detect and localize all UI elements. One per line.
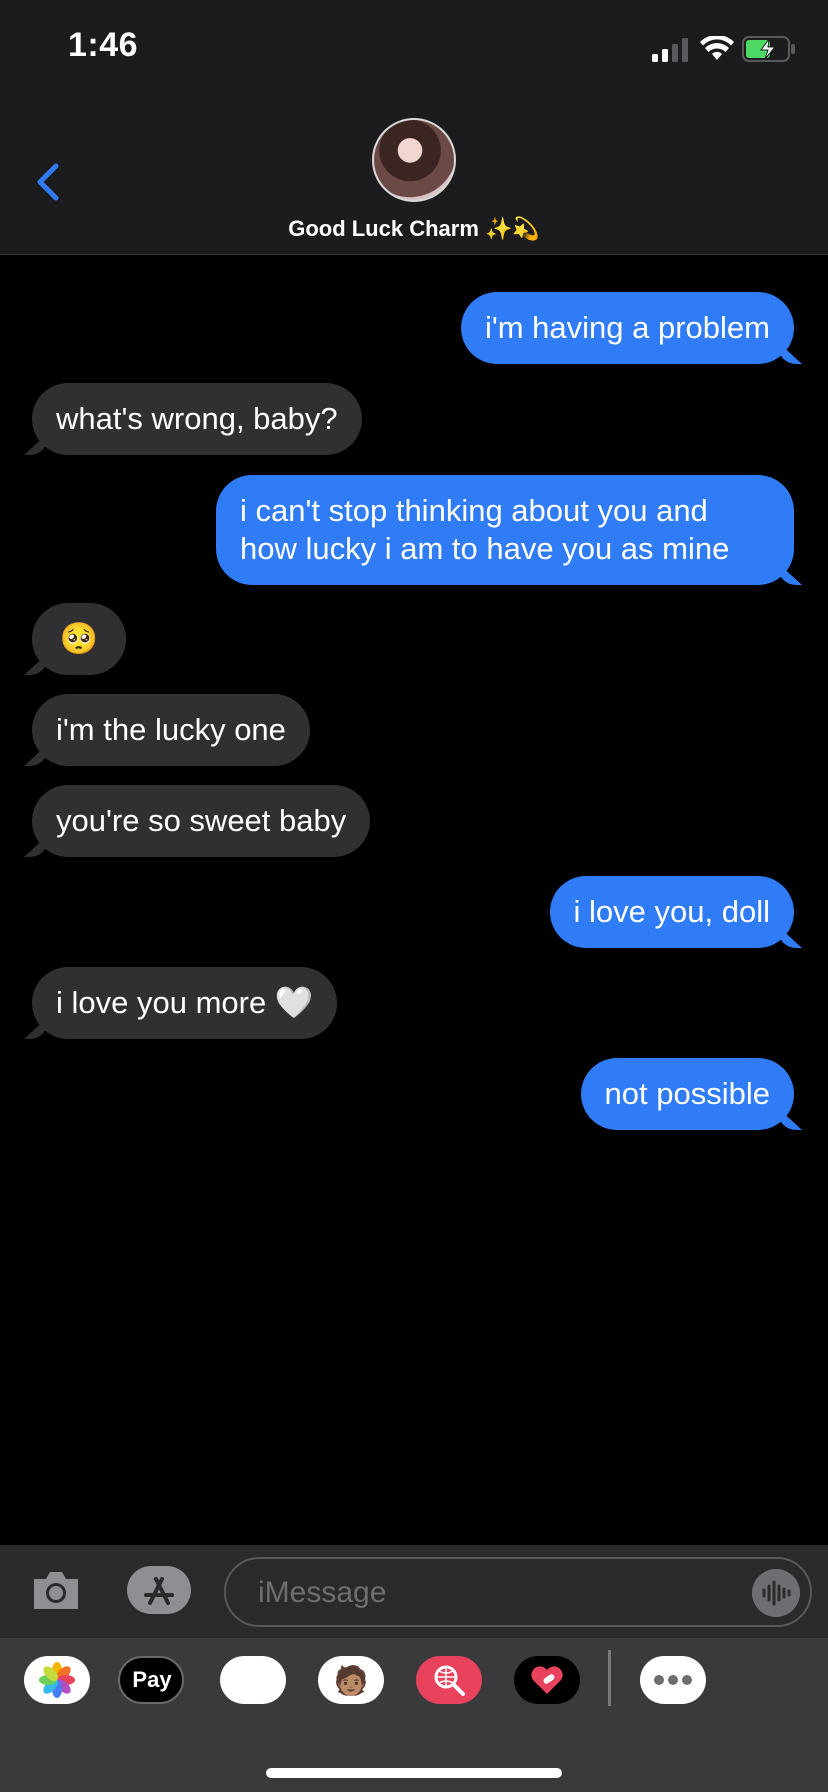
wifi-icon	[700, 36, 734, 60]
heart-sticker-icon[interactable]	[514, 1656, 580, 1704]
app-store-icon[interactable]	[126, 1565, 192, 1615]
navigation-header: 1:46 Good Luck Charm ✨💫	[0, 0, 828, 255]
contact-avatar[interactable]	[372, 118, 456, 202]
apple-pay-icon[interactable]: Pay	[118, 1656, 184, 1704]
sent-message-bubble[interactable]: not possible	[580, 1058, 794, 1130]
imessage-placeholder: iMessage	[258, 1576, 387, 1609]
received-message-bubble[interactable]: i love you more 🤍	[32, 967, 338, 1039]
received-message-bubble[interactable]: what's wrong, baby?	[32, 383, 362, 455]
sent-message-bubble[interactable]: i can't stop thinking about you and how …	[216, 475, 794, 585]
animoji-icon[interactable]: 🐵	[220, 1656, 286, 1704]
image-search-icon[interactable]	[416, 1656, 482, 1704]
battery-charging-icon	[742, 36, 795, 62]
more-icon[interactable]	[640, 1656, 706, 1704]
compose-bar: iMessage	[0, 1545, 828, 1638]
cellular-signal-icon	[652, 38, 688, 62]
message-thread: i'm having a problem what's wrong, baby?…	[0, 255, 828, 1545]
back-chevron-icon[interactable]	[30, 160, 70, 204]
memoji-icon[interactable]: 🧑🏽	[318, 1656, 384, 1704]
app-drawer: Pay 🐵 🧑🏽	[0, 1638, 828, 1792]
drawer-divider	[608, 1650, 611, 1706]
audio-message-icon[interactable]	[752, 1569, 800, 1617]
camera-icon[interactable]	[30, 1567, 82, 1613]
contact-name[interactable]: Good Luck Charm ✨💫	[0, 216, 828, 242]
received-message-bubble[interactable]: you're so sweet baby	[32, 785, 371, 857]
received-message-bubble[interactable]: i'm the lucky one	[32, 694, 310, 766]
home-indicator[interactable]	[266, 1768, 562, 1778]
imessage-input[interactable]: iMessage	[224, 1557, 812, 1627]
sent-message-bubble[interactable]: i'm having a problem	[460, 292, 794, 364]
sent-message-bubble[interactable]: i love you, doll	[549, 876, 794, 948]
photos-icon[interactable]	[24, 1656, 90, 1704]
status-time: 1:46	[68, 26, 139, 64]
apple-pay-label: Pay	[132, 1667, 172, 1692]
received-message-bubble[interactable]: 🥺	[32, 603, 126, 675]
